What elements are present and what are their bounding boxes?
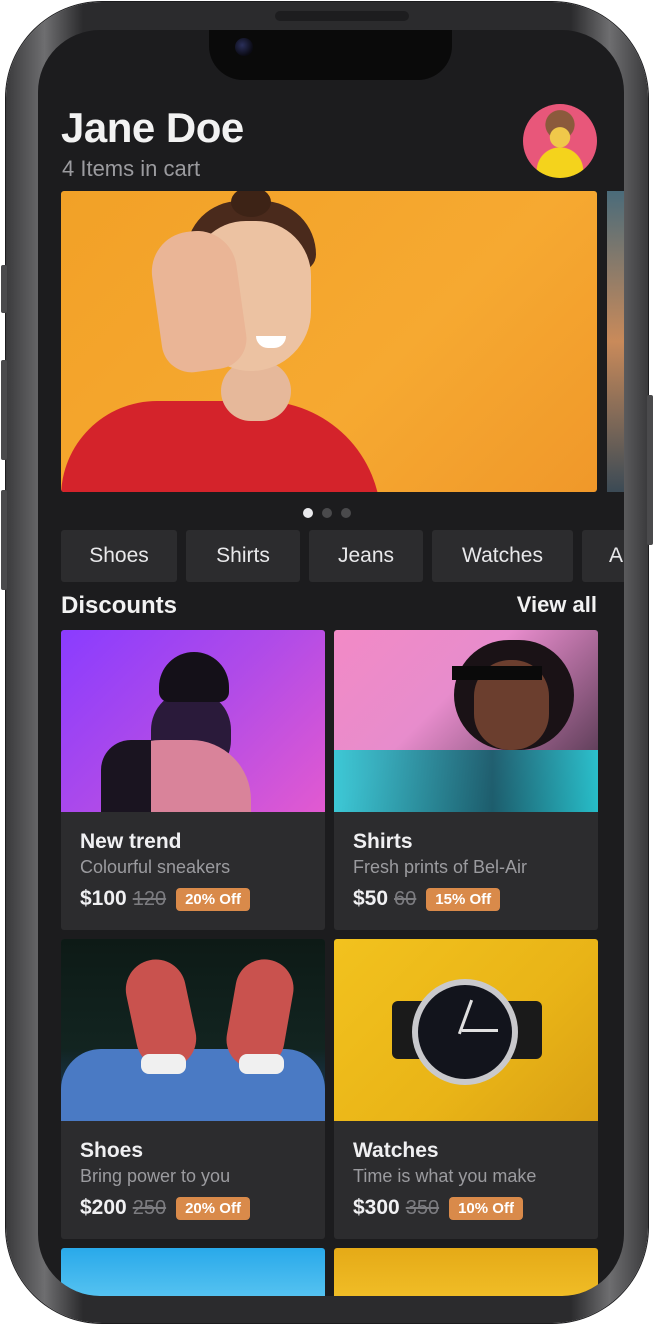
cart-count: 4 Items in cart [62,156,201,181]
card-title: Shoes [80,1139,144,1162]
discount-card-shirts[interactable]: Shirts Fresh prints of Bel-Air $50 60 15… [334,630,598,930]
front-camera [235,38,253,56]
discount-badge: 20% Off [176,887,250,911]
card-price: $100 [80,887,127,910]
category-chip-shoes[interactable]: Shoes [61,530,177,582]
category-chip-more[interactable]: A [582,530,624,582]
hero-image-sweater [61,401,381,492]
volume-up-button [1,360,7,460]
discount-card-partial-1[interactable] [61,1248,325,1296]
discount-card-partial-2[interactable] [334,1248,598,1296]
card-image-person-cap [61,630,325,812]
view-all-link[interactable]: View all [517,592,597,618]
card-image-wristwatch [334,939,598,1121]
speaker-grille [275,11,409,21]
card-image-woman-sunglasses [334,630,598,812]
card-old-price: 250 [132,1196,167,1219]
card-title: New trend [80,830,182,853]
card-old-price: 350 [405,1196,440,1219]
card-old-price: 60 [394,887,417,910]
card-price: $300 [353,1196,400,1219]
card-price: $50 [353,887,389,910]
card-subtitle: Colourful sneakers [80,857,231,877]
discounts-title: Discounts [61,592,178,619]
card-price-row: $50 60 15% Off [353,887,501,911]
user-name: Jane Doe [61,104,244,151]
card-title: Shirts [353,830,413,853]
card-subtitle: Fresh prints of Bel-Air [353,857,528,877]
card-subtitle: Time is what you make [353,1166,537,1186]
discount-card-shoes[interactable]: Shoes Bring power to you $200 250 20% Of… [61,939,325,1239]
hero-next-slide-peek[interactable] [607,191,624,492]
carousel-indicator [303,508,351,518]
discount-badge: 10% Off [449,1196,523,1220]
volume-down-button [1,490,7,590]
carousel-dot-1[interactable] [303,508,313,518]
card-price: $200 [80,1196,127,1219]
category-chip-jeans[interactable]: Jeans [309,530,423,582]
carousel-dot-3[interactable] [341,508,351,518]
discount-card-watches[interactable]: Watches Time is what you make $300 350 1… [334,939,598,1239]
card-price-row: $200 250 20% Off [80,1196,250,1220]
category-chip-shirts[interactable]: Shirts [186,530,300,582]
discount-card-new-trend[interactable]: New trend Colourful sneakers $100 120 20… [61,630,325,930]
carousel-dot-2[interactable] [322,508,332,518]
app-content: Jane Doe 4 Items in cart Shoes Shirts Je… [38,30,624,1296]
card-price-row: $300 350 10% Off [353,1196,523,1220]
category-chips: Shoes Shirts Jeans Watches A [61,530,624,582]
power-button [647,395,653,545]
avatar[interactable] [523,104,597,178]
screen: Jane Doe 4 Items in cart Shoes Shirts Je… [38,30,624,1296]
silent-switch [1,265,7,313]
discount-badge: 20% Off [176,1196,250,1220]
hero-banner[interactable] [61,191,597,492]
card-title: Watches [353,1139,439,1162]
category-chip-watches[interactable]: Watches [432,530,573,582]
card-image-red-sneakers [61,939,325,1121]
card-subtitle: Bring power to you [80,1166,231,1186]
card-price-row: $100 120 20% Off [80,887,250,911]
discount-badge: 15% Off [426,887,501,911]
card-old-price: 120 [132,887,167,910]
notch [209,30,452,80]
